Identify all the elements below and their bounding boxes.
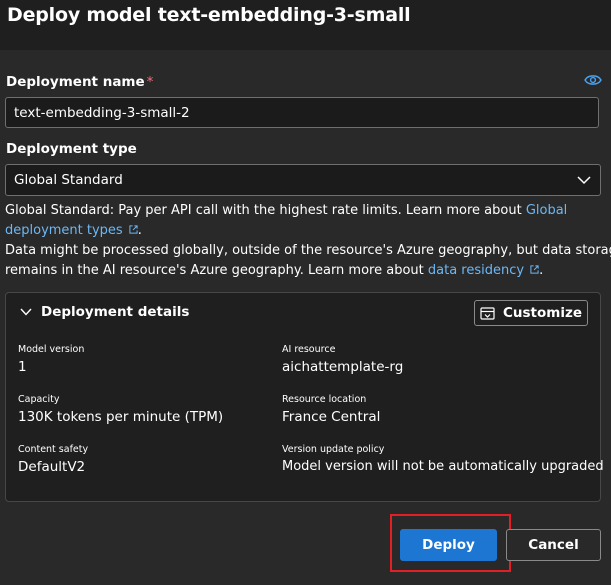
external-link-icon	[530, 265, 539, 274]
customize-label: Customize	[503, 305, 582, 321]
deploy-highlight-box	[390, 514, 511, 572]
deployment-name-label-text: Deployment name	[6, 74, 145, 90]
ai-resource-value: aichattemplate-rg	[282, 359, 404, 375]
deployment-types-link-text: deployment types	[5, 223, 123, 238]
resource-location-value: France Central	[282, 409, 381, 425]
model-version-value: 1	[18, 359, 27, 375]
capacity-label: Capacity	[18, 394, 60, 405]
dialog-title: Deploy model text-embedding-3-small	[7, 4, 411, 26]
collapse-chevron-icon	[20, 308, 32, 316]
customize-icon	[480, 306, 495, 320]
deployment-details-toggle[interactable]: Deployment details	[20, 304, 189, 320]
chevron-down-icon	[577, 176, 591, 185]
capacity-value: 130K tokens per minute (TPM)	[18, 409, 224, 425]
external-link-icon	[129, 225, 138, 234]
deployment-type-label: Deployment type	[6, 141, 137, 157]
deployment-types-link[interactable]: deployment types	[5, 223, 138, 238]
customize-button[interactable]: Customize	[474, 300, 588, 326]
ai-resource-label: AI resource	[282, 344, 336, 355]
global-link-line1[interactable]: Global	[526, 203, 567, 218]
resource-location-label: Resource location	[282, 394, 367, 405]
data-note-suffix: .	[539, 263, 544, 278]
deployment-type-description: Global Standard: Pay per API call with t…	[5, 203, 567, 218]
description-suffix: .	[137, 223, 142, 238]
deployment-type-selected: Global Standard	[14, 172, 123, 188]
data-note-prefix: remains in the AI resource's Azure geogr…	[5, 263, 428, 278]
deployment-name-label: Deployment name *	[6, 74, 153, 90]
cancel-button[interactable]: Cancel	[506, 529, 601, 561]
deployment-name-input[interactable]	[5, 97, 599, 128]
model-version-label: Model version	[18, 344, 85, 355]
required-marker: *	[146, 74, 154, 90]
description-text: Global Standard: Pay per API call with t…	[5, 203, 526, 218]
deployment-details-panel: Deployment details Customize Model versi…	[5, 292, 604, 502]
deployment-details-header: Deployment details	[41, 304, 190, 320]
data-residency-link-text: data residency	[427, 263, 525, 278]
version-update-policy-label: Version update policy	[282, 444, 385, 455]
eye-icon[interactable]	[584, 73, 602, 87]
data-note-line2: remains in the AI resource's Azure geogr…	[5, 263, 543, 278]
data-residency-link[interactable]: data residency	[428, 263, 539, 278]
data-note-line1: Data might be processed globally, outsid…	[5, 243, 611, 258]
content-safety-label: Content safety	[18, 444, 89, 455]
content-safety-value: DefaultV2	[18, 459, 86, 475]
deployment-type-description-line2: deployment types.	[5, 223, 142, 238]
version-update-policy-value: Model version will not be automatically …	[282, 459, 604, 474]
deployment-type-select[interactable]: Global Standard	[5, 164, 601, 196]
dialog-title-bar: Deploy model text-embedding-3-small	[0, 0, 611, 50]
